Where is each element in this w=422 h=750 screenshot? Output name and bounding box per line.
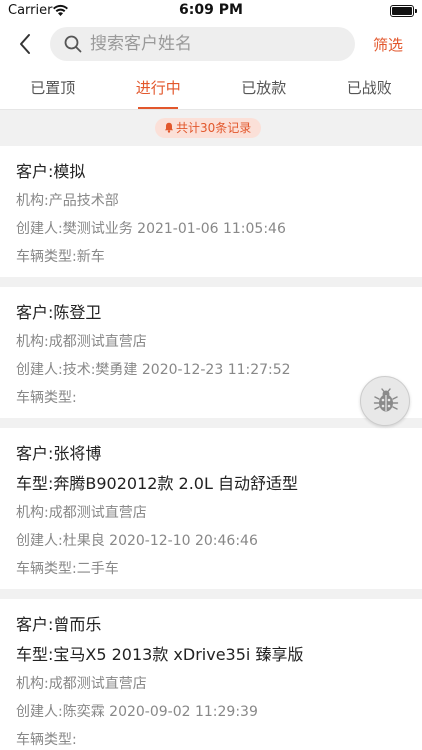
search-input[interactable] [90, 27, 345, 61]
bug-icon [373, 388, 399, 412]
status-time: 6:09 PM [179, 2, 243, 18]
car-model: 车型:宝马X5 2013款 xDrive35i 臻享版 [16, 645, 304, 664]
creator-info: 创建人:杜果良 2020-12-10 20:46:46 [16, 533, 258, 549]
search-icon [64, 35, 82, 53]
record-count-text: 共计30条记录 [176, 121, 252, 135]
record-count-badge: 共计30条记录 [155, 118, 262, 138]
record-count-row: 共计30条记录 [0, 110, 422, 146]
order-card[interactable]: 客户:曾而乐 车型:宝马X5 2013款 xDrive35i 臻享版 机构:成都… [0, 599, 422, 750]
status-tabs: 已置顶 进行中 已放款 已战败 [0, 66, 422, 110]
creator-info: 创建人:樊测试业务 2021-01-06 11:05:46 [16, 221, 286, 237]
tab-loan-released[interactable]: 已放款 [211, 66, 317, 109]
order-list: 客户:模拟 机构:产品技术部 创建人:樊测试业务 2021-01-06 11:0… [0, 146, 422, 750]
car-model: 车型:奔腾B902012款 2.0L 自动舒适型 [16, 474, 298, 493]
organization: 机构:成都测试直营店 [16, 676, 147, 692]
tab-pinned[interactable]: 已置顶 [0, 66, 106, 109]
organization: 机构:成都测试直营店 [16, 334, 147, 350]
navigation-bar: 筛选 [0, 22, 422, 66]
vehicle-type: 车辆类型:新车 [16, 249, 105, 265]
bell-icon [165, 122, 173, 133]
vehicle-type: 车辆类型: [16, 732, 77, 748]
customer-name: 客户:陈登卫 [16, 303, 102, 322]
battery-icon [390, 5, 417, 17]
order-card[interactable]: 客户:陈登卫 机构:成都测试直营店 创建人:技术:樊勇建 2020-12-23 … [0, 287, 422, 418]
back-button[interactable] [12, 30, 40, 58]
customer-name: 客户:模拟 [16, 162, 86, 181]
tab-in-progress[interactable]: 进行中 [106, 66, 212, 109]
search-box[interactable] [50, 27, 355, 61]
tab-lost[interactable]: 已战败 [317, 66, 422, 109]
vehicle-type: 车辆类型: [16, 390, 77, 406]
debug-floating-button[interactable] [360, 376, 410, 426]
organization: 机构:成都测试直营店 [16, 505, 147, 521]
organization: 机构:产品技术部 [16, 193, 119, 209]
order-card[interactable]: 客户:张将博 车型:奔腾B902012款 2.0L 自动舒适型 机构:成都测试直… [0, 428, 422, 589]
customer-name: 客户:张将博 [16, 444, 102, 463]
creator-info: 创建人:陈奕霖 2020-09-02 11:29:39 [16, 704, 258, 720]
status-bar: Carrier 6:09 PM [0, 0, 422, 22]
customer-name: 客户:曾而乐 [16, 615, 102, 634]
creator-info: 创建人:技术:樊勇建 2020-12-23 11:27:52 [16, 362, 291, 378]
filter-button[interactable]: 筛选 [373, 34, 403, 55]
vehicle-type: 车辆类型:二手车 [16, 561, 119, 577]
order-card[interactable]: 客户:模拟 机构:产品技术部 创建人:樊测试业务 2021-01-06 11:0… [0, 146, 422, 277]
